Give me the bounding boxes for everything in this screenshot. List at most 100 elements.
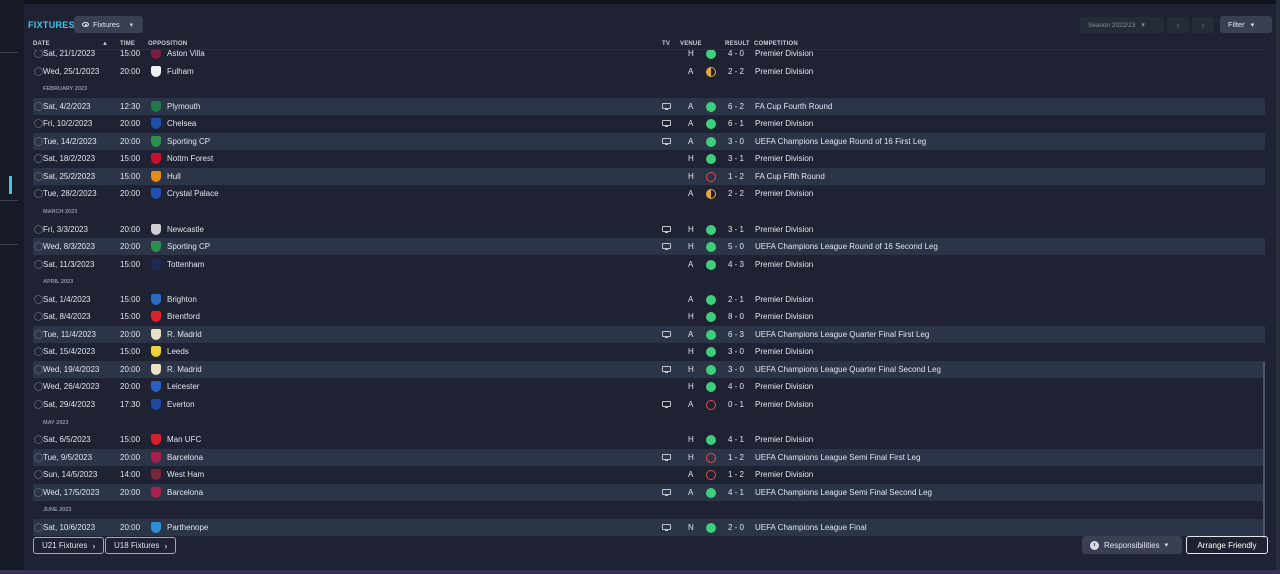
column-header-opposition[interactable]: OPPOSITION: [148, 41, 187, 47]
opposition-name[interactable]: Parthenope: [167, 523, 208, 532]
competition-name[interactable]: Premier Division: [755, 189, 813, 198]
fixture-row[interactable]: Tue, 28/2/2023 20:00 Crystal Palace A 2 - 2 P…: [33, 185, 1265, 202]
result-score[interactable]: 2 - 0: [728, 523, 744, 532]
select-radio[interactable]: [34, 522, 43, 532]
opposition-name[interactable]: Fulham: [167, 67, 194, 76]
fixture-row[interactable]: Sat, 21/1/2023 15:00 Aston Villa H 4 - 0 Prem…: [33, 50, 1265, 62]
select-radio[interactable]: [34, 101, 43, 111]
fixture-row[interactable]: Sun, 14/5/2023 14:00 West Ham A 1 - 2 Premier…: [33, 466, 1265, 483]
result-score[interactable]: 2 - 2: [728, 189, 744, 198]
opposition-name[interactable]: Tottenham: [167, 260, 204, 269]
select-radio[interactable]: [34, 382, 43, 392]
arrange-friendly-button[interactable]: Arrange Friendly: [1186, 536, 1268, 554]
select-radio[interactable]: [34, 400, 43, 409]
season-dropdown[interactable]: Season 2022/23 ▾: [1080, 17, 1164, 33]
fixture-row[interactable]: Sat, 10/6/2023 20:00 Parthenope N 2 - 0 UEFA …: [33, 518, 1265, 536]
opposition-name[interactable]: Brighton: [167, 295, 197, 304]
result-score[interactable]: 0 - 1: [728, 400, 744, 409]
opposition-name[interactable]: Man UFC: [167, 435, 201, 444]
opposition-name[interactable]: West Ham: [167, 470, 204, 479]
select-radio[interactable]: [34, 329, 43, 339]
fixture-row[interactable]: Sat, 8/4/2023 15:00 Brentford H 8 - 0 Premier…: [33, 308, 1265, 325]
competition-name[interactable]: Premier Division: [755, 154, 813, 163]
select-radio[interactable]: [34, 294, 43, 304]
fixture-row[interactable]: Sat, 15/4/2023 15:00 Leeds H 3 - 0 Premier Di…: [33, 343, 1265, 360]
competition-name[interactable]: Premier Division: [755, 67, 813, 76]
competition-name[interactable]: Premier Division: [755, 295, 813, 304]
column-header-competition[interactable]: COMPETITION: [754, 41, 798, 47]
opposition-name[interactable]: Sporting CP: [167, 137, 210, 146]
next-season-button[interactable]: ›: [1192, 17, 1214, 33]
fixture-row[interactable]: Wed, 26/4/2023 20:00 Leicester H 4 - 0 Premie…: [33, 378, 1265, 395]
opposition-name[interactable]: Barcelona: [167, 453, 203, 462]
result-score[interactable]: 4 - 0: [728, 382, 744, 391]
result-score[interactable]: 3 - 0: [728, 365, 744, 374]
fixture-row[interactable]: Sat, 29/4/2023 17:30 Everton A 0 - 1 Premier …: [33, 396, 1265, 413]
competition-name[interactable]: UEFA Champions League Final: [755, 523, 867, 532]
select-radio[interactable]: [34, 364, 43, 374]
opposition-name[interactable]: Hull: [167, 172, 181, 181]
fixture-row[interactable]: Sat, 11/3/2023 15:00 Tottenham A 4 - 3 Premie…: [33, 256, 1265, 273]
opposition-name[interactable]: Chelsea: [167, 119, 196, 128]
fixture-row[interactable]: Wed, 25/1/2023 20:00 Fulham A 2 - 2 Premier D…: [33, 63, 1265, 80]
responsibilities-button[interactable]: Responsibilities ▾: [1082, 536, 1182, 554]
competition-name[interactable]: Premier Division: [755, 435, 813, 444]
fixture-row[interactable]: Tue, 11/4/2023 20:00 R. Madrid A 6 - 3 UEFA C…: [33, 325, 1265, 343]
select-radio[interactable]: [34, 242, 43, 252]
result-score[interactable]: 1 - 2: [728, 453, 744, 462]
fixture-row[interactable]: Sat, 25/2/2023 15:00 Hull H 1 - 2 FA Cup Fift…: [33, 167, 1265, 185]
result-score[interactable]: 3 - 1: [728, 225, 744, 234]
result-score[interactable]: 4 - 1: [728, 435, 744, 444]
result-score[interactable]: 1 - 2: [728, 172, 744, 181]
column-header-result[interactable]: RESULT: [725, 41, 750, 47]
column-header-date[interactable]: DATE: [33, 41, 50, 47]
select-radio[interactable]: [34, 66, 43, 76]
competition-name[interactable]: Premier Division: [755, 347, 813, 356]
sidebar-active-marker[interactable]: [9, 176, 12, 194]
result-score[interactable]: 4 - 0: [728, 50, 744, 58]
select-radio[interactable]: [34, 50, 43, 58]
competition-name[interactable]: Premier Division: [755, 312, 813, 321]
competition-name[interactable]: FA Cup Fourth Round: [755, 102, 832, 111]
competition-name[interactable]: Premier Division: [755, 260, 813, 269]
fixture-row[interactable]: Sat, 4/2/2023 12:30 Plymouth A 6 - 2 FA Cup F…: [33, 97, 1265, 115]
fixture-row[interactable]: Wed, 19/4/2023 20:00 R. Madrid H 3 - 0 UEFA C…: [33, 360, 1265, 378]
opposition-name[interactable]: Plymouth: [167, 102, 200, 111]
competition-name[interactable]: UEFA Champions League Quarter Final Firs…: [755, 330, 929, 339]
competition-name[interactable]: Premier Division: [755, 50, 813, 58]
opposition-name[interactable]: R. Madrid: [167, 330, 202, 339]
opposition-name[interactable]: Everton: [167, 400, 195, 409]
competition-name[interactable]: Premier Division: [755, 400, 813, 409]
opposition-name[interactable]: Nottm Forest: [167, 154, 213, 163]
column-header-tv[interactable]: TV: [662, 41, 670, 47]
competition-name[interactable]: FA Cup Fifth Round: [755, 172, 825, 181]
competition-name[interactable]: UEFA Champions League Round of 16 First …: [755, 137, 926, 146]
result-score[interactable]: 6 - 3: [728, 330, 744, 339]
filter-button[interactable]: Filter ▾: [1220, 16, 1272, 33]
opposition-name[interactable]: Leeds: [167, 347, 189, 356]
competition-name[interactable]: Premier Division: [755, 225, 813, 234]
result-score[interactable]: 2 - 1: [728, 295, 744, 304]
opposition-name[interactable]: Barcelona: [167, 488, 203, 497]
scrollbar[interactable]: [1263, 362, 1265, 538]
result-score[interactable]: 1 - 2: [728, 470, 744, 479]
opposition-name[interactable]: Aston Villa: [167, 50, 205, 58]
opposition-name[interactable]: Newcastle: [167, 225, 204, 234]
fixture-row[interactable]: Fri, 3/3/2023 20:00 Newcastle H 3 - 1 Premier…: [33, 221, 1265, 238]
result-score[interactable]: 3 - 1: [728, 154, 744, 163]
competition-name[interactable]: Premier Division: [755, 382, 813, 391]
fixture-row[interactable]: Sat, 18/2/2023 15:00 Nottm Forest H 3 - 1 Pre…: [33, 150, 1265, 167]
competition-name[interactable]: UEFA Champions League Semi Final Second …: [755, 488, 932, 497]
opposition-name[interactable]: Leicester: [167, 382, 199, 391]
result-score[interactable]: 3 - 0: [728, 137, 744, 146]
result-score[interactable]: 2 - 2: [728, 67, 744, 76]
opposition-name[interactable]: Brentford: [167, 312, 200, 321]
result-score[interactable]: 8 - 0: [728, 312, 744, 321]
fixture-row[interactable]: Tue, 9/5/2023 20:00 Barcelona H 1 - 2 UEFA Ch…: [33, 448, 1265, 466]
u21-fixtures-button[interactable]: U21 Fixtures ›: [33, 537, 105, 554]
view-selector-dropdown[interactable]: Fixtures ▾: [74, 16, 143, 33]
fixture-row[interactable]: Wed, 8/3/2023 20:00 Sporting CP H 5 - 0 UEFA …: [33, 238, 1265, 256]
sort-ascending-icon[interactable]: ▲: [102, 41, 108, 47]
select-radio[interactable]: [34, 470, 43, 480]
competition-name[interactable]: Premier Division: [755, 119, 813, 128]
